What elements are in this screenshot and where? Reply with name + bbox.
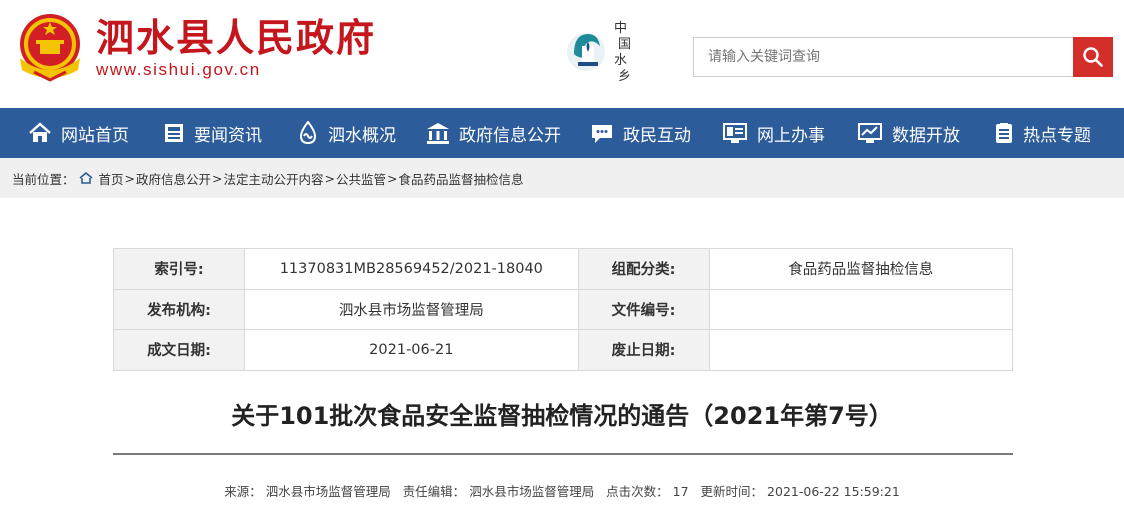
main-nav: 网站首页 要闻资讯 泗水概况 政府信息公开 政民互动 网上办事 数据开放 热点专… bbox=[0, 108, 1124, 158]
expiry-date-value bbox=[708, 329, 1014, 371]
nav-item-home[interactable]: 网站首页 bbox=[28, 108, 129, 158]
breadcrumb-separator: > bbox=[387, 170, 398, 186]
table-row: 发布机构: 泗水县市场监督管理局 文件编号: bbox=[112, 288, 1014, 330]
table-row: 索引号: 11370831MB28569452/2021-18040 组配分类:… bbox=[112, 248, 1014, 290]
index-number-value: 11370831MB28569452/2021-18040 bbox=[244, 248, 579, 290]
nav-item-topics[interactable]: 热点专题 bbox=[994, 108, 1091, 158]
publisher-value: 泗水县市场监督管理局 bbox=[244, 288, 579, 330]
expiry-date-label: 废止日期: bbox=[577, 329, 710, 371]
home-icon bbox=[79, 172, 93, 184]
chat-icon bbox=[592, 125, 612, 143]
site-header: 泗水县人民政府 www.sishui.gov.cn 中 国 水 乡 bbox=[0, 0, 1124, 108]
breadcrumb-link-food-drug[interactable]: 食品药品监督抽检信息 bbox=[399, 169, 524, 188]
search-button[interactable] bbox=[1073, 37, 1113, 77]
table-row: 成文日期: 2021-06-21 废止日期: bbox=[112, 329, 1014, 371]
breadcrumb-separator: > bbox=[324, 170, 336, 186]
online-service-icon bbox=[723, 123, 747, 143]
nav-item-label: 政府信息公开 bbox=[459, 125, 561, 146]
site-name[interactable]: 泗水县人民政府 bbox=[96, 14, 376, 62]
clicks-label: 点击次数： bbox=[606, 484, 669, 499]
breadcrumb: 当前位置： 首页 > 政府信息公开 > 法定主动公开内容 > 公共监管 > 食品… bbox=[0, 158, 1124, 198]
nav-item-online-service[interactable]: 网上办事 bbox=[722, 108, 825, 158]
category-value: 食品药品监督抽检信息 bbox=[708, 248, 1014, 290]
nav-item-label: 要闻资讯 bbox=[194, 125, 262, 146]
nav-item-label: 泗水概况 bbox=[328, 125, 396, 146]
svg-text:水: 水 bbox=[614, 53, 627, 68]
nav-item-label: 热点专题 bbox=[1023, 125, 1091, 146]
document-number-value bbox=[708, 288, 1014, 330]
written-date-value: 2021-06-21 bbox=[244, 329, 579, 371]
title-divider bbox=[113, 453, 1013, 455]
nav-item-label: 网站首页 bbox=[61, 125, 129, 146]
breadcrumb-link-gov-info[interactable]: 政府信息公开 bbox=[136, 169, 211, 188]
search-icon bbox=[1083, 47, 1103, 67]
nav-item-open-data[interactable]: 数据开放 bbox=[857, 108, 960, 158]
article-info-bar: 来源： 泗水县市场监督管理局 责任编辑： 泗水县市场监督管理局 点击次数： 17 更新… bbox=[0, 481, 1124, 500]
breadcrumb-separator: > bbox=[124, 170, 136, 186]
news-icon bbox=[165, 124, 183, 142]
publisher-label: 发布机构: bbox=[112, 288, 246, 330]
editor-value: 泗水县市场监督管理局 bbox=[469, 484, 595, 499]
editor-label: 责任编辑： bbox=[402, 484, 466, 499]
china-water-town-logo: 中 国 水 乡 bbox=[567, 21, 631, 84]
breadcrumb-link-supervision[interactable]: 公共监管 bbox=[336, 169, 386, 188]
written-date-label: 成文日期: bbox=[112, 329, 246, 371]
water-icon bbox=[299, 121, 317, 145]
updated-label: 更新时间： bbox=[700, 484, 764, 499]
source-label: 来源： bbox=[224, 484, 262, 499]
source-value: 泗水县市场监督管理局 bbox=[265, 484, 391, 499]
index-number-label: 索引号: bbox=[112, 248, 246, 290]
breadcrumb-link-home[interactable]: 首页 bbox=[99, 169, 124, 188]
breadcrumb-link-statutory[interactable]: 法定主动公开内容 bbox=[224, 169, 324, 188]
nav-item-overview[interactable]: 泗水概况 bbox=[297, 108, 396, 158]
updated-value: 2021-06-22 15:59:21 bbox=[767, 484, 900, 499]
svg-text:国: 国 bbox=[618, 37, 631, 52]
data-chart-icon bbox=[858, 123, 882, 143]
nav-item-news[interactable]: 要闻资讯 bbox=[163, 108, 262, 158]
search-input[interactable] bbox=[693, 37, 1074, 77]
document-number-label: 文件编号: bbox=[577, 288, 710, 330]
nav-item-gov-info[interactable]: 政府信息公开 bbox=[426, 108, 561, 158]
nav-item-interaction[interactable]: 政民互动 bbox=[590, 108, 691, 158]
site-url: www.sishui.gov.cn bbox=[96, 60, 261, 79]
breadcrumb-prefix: 当前位置： bbox=[12, 171, 75, 187]
svg-text:中: 中 bbox=[614, 21, 627, 36]
national-emblem-icon[interactable] bbox=[14, 10, 86, 82]
clicks-value: 17 bbox=[672, 484, 689, 499]
topic-list-icon bbox=[996, 123, 1012, 143]
article-title: 关于101批次食品安全监督抽检情况的通告（2021年第7号） bbox=[231, 402, 893, 430]
nav-item-label: 网上办事 bbox=[757, 125, 825, 146]
home-icon bbox=[29, 122, 51, 142]
government-building-icon bbox=[427, 123, 449, 144]
nav-item-label: 数据开放 bbox=[892, 125, 960, 146]
category-label: 组配分类: bbox=[577, 248, 710, 290]
breadcrumb-separator: > bbox=[212, 170, 223, 186]
svg-text:乡: 乡 bbox=[618, 69, 631, 84]
nav-item-label: 政民互动 bbox=[623, 125, 691, 146]
document-meta-table: 索引号: 11370831MB28569452/2021-18040 组配分类:… bbox=[112, 248, 1014, 371]
